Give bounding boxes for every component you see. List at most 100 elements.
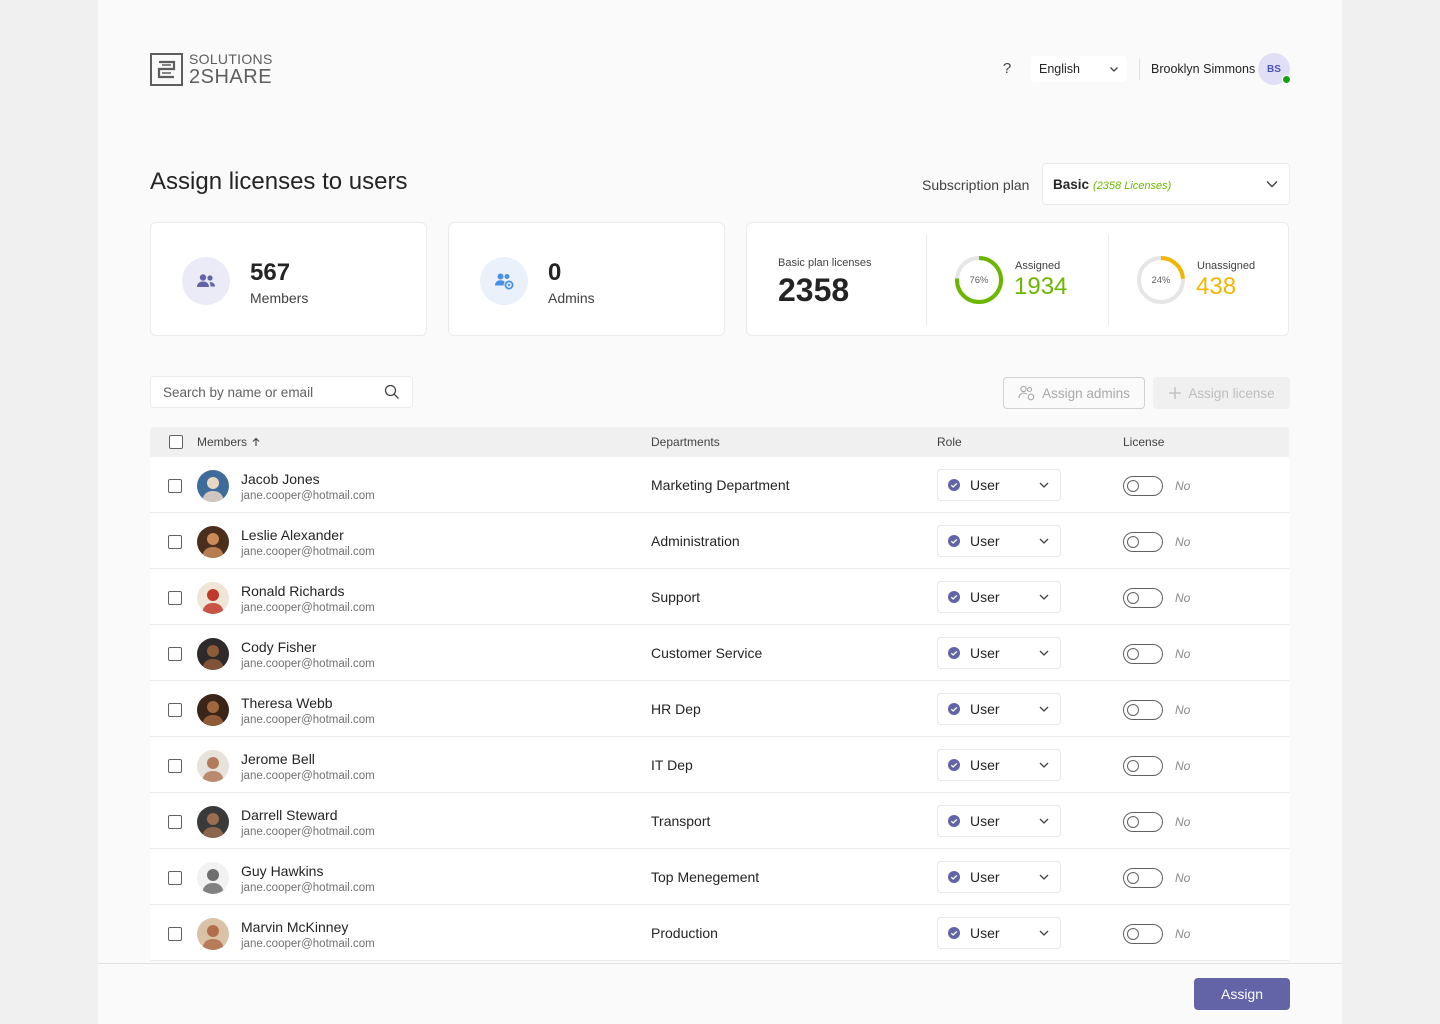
checkmark-circle-icon — [948, 815, 960, 827]
role-value: User — [948, 869, 1000, 885]
licenses-divider — [1108, 235, 1109, 325]
member-email: jane.cooper@hotmail.com — [241, 602, 375, 614]
member-department: IT Dep — [651, 757, 693, 773]
assign-admins-button[interactable]: Assign admins — [1003, 377, 1145, 409]
license-status: No — [1175, 815, 1191, 829]
assigned-label: Assigned — [1015, 260, 1061, 272]
language-select[interactable]: English — [1031, 56, 1127, 82]
avatar — [197, 806, 229, 838]
checkmark-circle-icon — [948, 927, 960, 939]
help-button[interactable]: ? — [996, 58, 1018, 80]
row-checkbox[interactable] — [168, 591, 182, 605]
assign-license-button[interactable]: Assign license — [1153, 377, 1290, 409]
member-department: HR Dep — [651, 701, 701, 717]
role-label: User — [970, 925, 1000, 941]
user-name[interactable]: Brooklyn Simmons — [1151, 62, 1255, 76]
role-select[interactable]: User — [937, 525, 1061, 557]
member-email: jane.cooper@hotmail.com — [241, 546, 375, 558]
member-email: jane.cooper@hotmail.com — [241, 938, 375, 950]
subscription-plan-select[interactable]: Basic (2358 Licenses) — [1042, 163, 1290, 205]
role-label: User — [970, 813, 1000, 829]
row-checkbox[interactable] — [168, 479, 182, 493]
row-checkbox[interactable] — [168, 815, 182, 829]
search-input[interactable] — [163, 384, 363, 400]
chevron-down-icon — [1039, 650, 1049, 656]
role-label: User — [970, 757, 1000, 773]
role-select[interactable]: User — [937, 693, 1061, 725]
row-checkbox[interactable] — [168, 759, 182, 773]
row-checkbox[interactable] — [168, 647, 182, 661]
plan-licenses-total: 2358 — [778, 272, 850, 308]
role-select[interactable]: User — [937, 749, 1061, 781]
license-toggle[interactable] — [1123, 924, 1163, 944]
toggle-knob — [1127, 816, 1139, 828]
chevron-down-icon — [1039, 482, 1049, 488]
toggle-knob — [1127, 480, 1139, 492]
members-icon-circle — [182, 257, 230, 305]
member-department: Transport — [651, 813, 711, 829]
license-toggle[interactable] — [1123, 812, 1163, 832]
role-select[interactable]: User — [937, 805, 1061, 837]
chevron-down-icon — [1039, 762, 1049, 768]
toggle-knob — [1127, 536, 1139, 548]
checkmark-circle-icon — [948, 591, 960, 603]
license-toggle[interactable] — [1123, 476, 1163, 496]
license-toggle[interactable] — [1123, 868, 1163, 888]
search-icon[interactable] — [384, 384, 400, 400]
table-row: Guy Hawkins jane.cooper@hotmail.com Top Me… — [150, 849, 1289, 905]
license-status: No — [1175, 591, 1191, 605]
avatar — [197, 862, 229, 894]
role-select[interactable]: User — [937, 637, 1061, 669]
unassigned-count: 438 — [1196, 273, 1237, 300]
role-select[interactable]: User — [937, 861, 1061, 893]
chevron-down-icon — [1039, 538, 1049, 544]
role-select[interactable]: User — [937, 581, 1061, 613]
license-toggle[interactable] — [1123, 532, 1163, 552]
user-avatar[interactable]: BS — [1258, 53, 1291, 85]
role-value: User — [948, 757, 1000, 773]
chevron-down-icon — [1039, 930, 1049, 936]
licenses-divider — [926, 235, 927, 325]
role-select[interactable]: User — [937, 917, 1061, 949]
assign-admins-label: Assign admins — [1042, 385, 1130, 401]
checkmark-circle-icon — [948, 759, 960, 771]
table-row: Jacob Jones jane.cooper@hotmail.com Market… — [150, 457, 1289, 513]
plan-licenses-label: Basic plan licenses — [778, 257, 872, 269]
license-toggle[interactable] — [1123, 644, 1163, 664]
license-toggle[interactable] — [1123, 756, 1163, 776]
role-value: User — [948, 813, 1000, 829]
table-row: Cody Fisher jane.cooper@hotmail.com Custom… — [150, 625, 1289, 681]
license-status: No — [1175, 535, 1191, 549]
role-value: User — [948, 701, 1000, 717]
checkmark-circle-icon — [948, 871, 960, 883]
row-checkbox[interactable] — [168, 927, 182, 941]
row-checkbox[interactable] — [168, 535, 182, 549]
brand-name: SOLUTIONS 2SHARE — [189, 52, 273, 87]
row-checkbox[interactable] — [168, 871, 182, 885]
assigned-percent: 76% — [969, 274, 989, 286]
admins-label: Admins — [548, 290, 595, 306]
page-title: Assign licenses to users — [150, 168, 408, 195]
member-department: Marketing Department — [651, 477, 790, 493]
select-all-checkbox[interactable] — [169, 435, 183, 449]
license-toggle[interactable] — [1123, 700, 1163, 720]
row-checkbox[interactable] — [168, 703, 182, 717]
role-select[interactable]: User — [937, 469, 1061, 501]
license-toggle[interactable] — [1123, 588, 1163, 608]
role-label: User — [970, 589, 1000, 605]
member-department: Top Menegement — [651, 869, 760, 885]
table-row: Marvin McKinney jane.cooper@hotmail.com Pr… — [150, 905, 1289, 961]
column-header-members[interactable]: Members — [197, 435, 261, 449]
toggle-knob — [1127, 704, 1139, 716]
avatar — [197, 918, 229, 950]
avatar — [197, 694, 229, 726]
plan-note: (2358 Licenses) — [1093, 179, 1172, 192]
license-status: No — [1175, 703, 1191, 717]
member-department: Support — [651, 589, 701, 605]
column-header-license: License — [1123, 435, 1165, 449]
member-department: Administration — [651, 533, 740, 549]
member-name: Darrell Steward — [241, 807, 338, 823]
chevron-down-icon — [1039, 706, 1049, 712]
assign-button[interactable]: Assign — [1194, 978, 1290, 1010]
role-label: User — [970, 533, 1000, 549]
